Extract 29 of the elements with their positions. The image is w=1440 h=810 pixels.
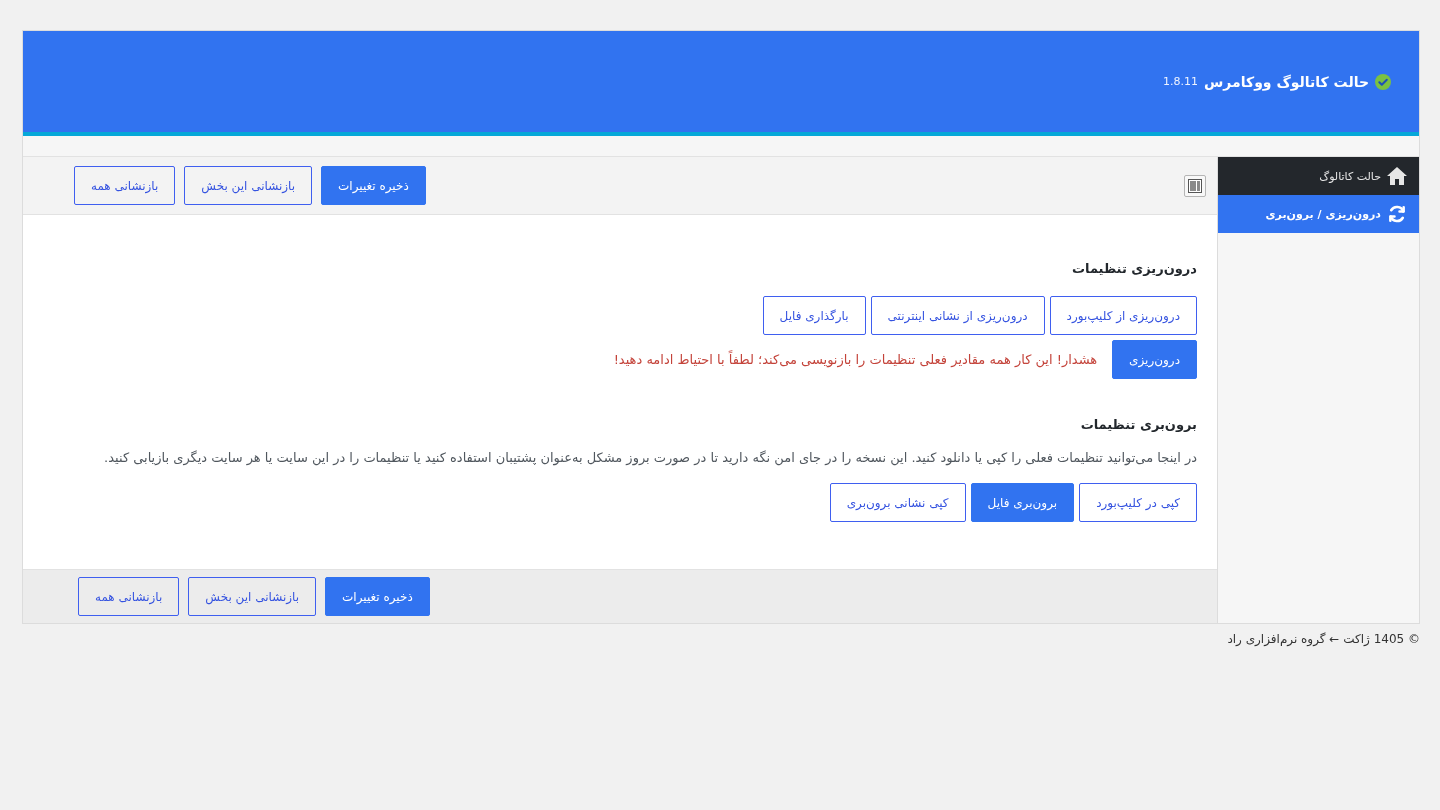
outline-button[interactable]: درون‌ریزی از کلیپ‌بورد	[1049, 296, 1197, 335]
outline-button[interactable]: کپی در کلیپ‌بورد	[1079, 483, 1197, 522]
panel-layout-icon	[1188, 178, 1202, 193]
version-label: 1.8.11	[1163, 75, 1199, 88]
sidebar-item[interactable]: درون‌ریزی / برون‌بری	[1218, 195, 1419, 233]
outline-button[interactable]: بازنشانی این بخش	[184, 166, 312, 205]
section-heading: برون‌بری تنظیمات	[1079, 417, 1197, 432]
primary-button[interactable]: ذخیره تغییرات	[321, 166, 426, 205]
primary-button[interactable]: ذخیره تغییرات	[325, 577, 430, 616]
primary-button[interactable]: برون‌بری فایل	[970, 483, 1075, 522]
sidebar-item-label: حالت کاتالوگ	[1319, 169, 1381, 183]
sidebar-item[interactable]: حالت کاتالوگ	[1218, 157, 1419, 195]
outline-button[interactable]: بازنشانی همه	[74, 166, 176, 205]
section-heading: درون‌ریزی تنظیمات	[1070, 261, 1197, 276]
refresh-icon	[1387, 204, 1407, 224]
copyright-text: © 1405 ژاکت ← گروه نرم‌افزاری راد	[1226, 631, 1420, 648]
outline-button[interactable]: بارگذاری فایل	[762, 296, 866, 335]
description-text: در اینجا می‌توانید تنظیمات فعلی را کپی یا دانلود کنید. این نسخه را در جای امن نگه دارید تا در صورت بروز مشکل به‌عنوان پشتیبان استفاده کنید یا تنظیمات را در این سایت یا هر سایت دیگری بازیابی کنید.	[103, 449, 1197, 468]
outline-button[interactable]: بازنشانی این بخش	[188, 577, 316, 616]
outline-button[interactable]: کپی نشانی برون‌بری	[829, 483, 966, 522]
primary-button[interactable]: درون‌ریزی	[1112, 340, 1197, 379]
warning-text: هشدار! این کار همه مقادیر فعلی تنظیمات را بازنویسی می‌کند؛ لطفاً با احتیاط ادامه دهید!	[613, 352, 1098, 367]
check-circle-icon	[1375, 73, 1391, 90]
home-icon	[1387, 167, 1407, 185]
outline-button[interactable]: بازنشانی همه	[78, 577, 180, 616]
app-title: حالت کاتالوگ ووکامرس	[1204, 73, 1369, 90]
sidebar-item-label: درون‌ریزی / برون‌بری	[1265, 207, 1381, 221]
outline-button[interactable]: درون‌ریزی از نشانی اینترنتی	[870, 296, 1045, 335]
panel-toggle-button[interactable]	[1184, 174, 1206, 197]
